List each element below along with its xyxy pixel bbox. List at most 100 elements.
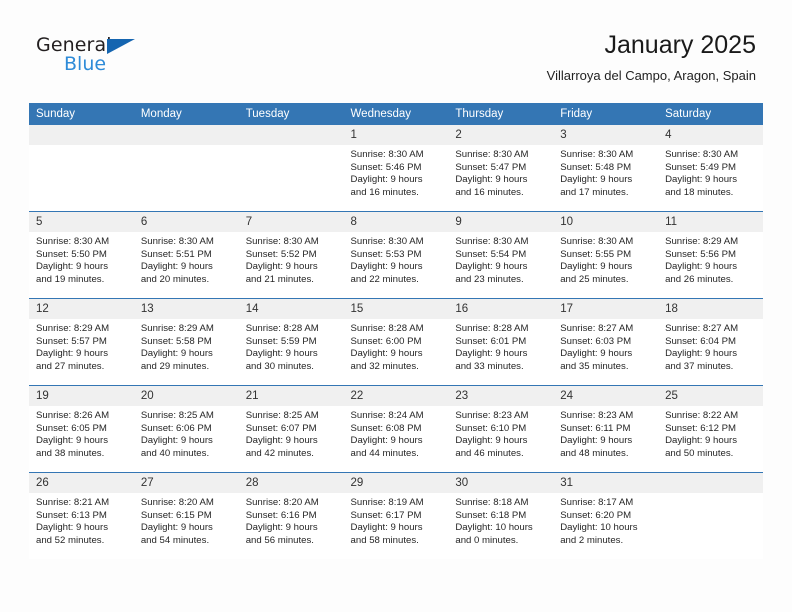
calendar-day-cell[interactable]: 15 Sunrise: 8:28 AM Sunset: 6:00 PM Dayligh… [343, 298, 449, 386]
calendar-day-cell[interactable]: 14 Sunrise: 8:28 AM Sunset: 5:59 PM Dayligh… [238, 298, 344, 386]
day-number: 18 [658, 299, 763, 319]
sunrise-text: Sunrise: 8:25 AM [245, 410, 319, 421]
calendar-day-cell[interactable]: 28 Sunrise: 8:20 AM Sunset: 6:16 PM Dayligh… [238, 472, 344, 559]
calendar-week-row: 19 Sunrise: 8:26 AM Sunset: 6:05 PM Dayligh… [29, 385, 763, 473]
sunrise-text: Sunrise: 8:19 AM [350, 497, 424, 508]
day-sun-info: Sunrise: 8:25 AM Sunset: 6:07 PM Daylight:… [239, 406, 344, 460]
daylight-text-line2: and 25 minutes. [560, 273, 629, 285]
day-number: 4 [658, 125, 763, 145]
calendar-day-cell[interactable]: 26 Sunrise: 8:21 AM Sunset: 6:13 PM Dayligh… [29, 472, 134, 559]
sunrise-text: Sunrise: 8:17 AM [560, 497, 634, 508]
day-number: 21 [238, 386, 344, 406]
calendar-day-cell[interactable]: 1 Sunrise: 8:30 AM Sunset: 5:46 PM Daylight… [343, 125, 449, 212]
sunrise-text: Sunrise: 8:20 AM [140, 497, 214, 508]
daylight-text-line2: and 26 minutes. [665, 273, 734, 285]
day-sun-info: Sunrise: 8:18 AM Sunset: 6:18 PM Daylight:… [448, 493, 553, 547]
sunrise-text: Sunrise: 8:30 AM [36, 236, 110, 247]
day-sun-info: Sunrise: 8:30 AM Sunset: 5:47 PM Daylight:… [448, 145, 553, 199]
page-subtitle: Villarroya del Campo, Aragon, Spain [546, 68, 756, 83]
calendar-day-cell[interactable]: 24 Sunrise: 8:23 AM Sunset: 6:11 PM Dayligh… [553, 385, 659, 473]
calendar-day-cell[interactable] [658, 472, 763, 559]
brand-logo[interactable]: General Blue [36, 34, 216, 84]
calendar-day-cell[interactable]: 19 Sunrise: 8:26 AM Sunset: 6:05 PM Dayligh… [29, 385, 134, 473]
daylight-text-line1: Daylight: 10 hours [455, 522, 533, 534]
daylight-text-line1: Daylight: 9 hours [36, 522, 108, 534]
daylight-text-line1: Daylight: 9 hours [665, 435, 738, 447]
calendar-day-cell[interactable]: 17 Sunrise: 8:27 AM Sunset: 6:03 PM Dayligh… [553, 298, 659, 386]
calendar-day-cell[interactable]: 18 Sunrise: 8:27 AM Sunset: 6:04 PM Dayligh… [658, 298, 763, 386]
sunrise-text: Sunrise: 8:27 AM [665, 323, 739, 334]
calendar-day-cell[interactable]: 8 Sunrise: 8:30 AM Sunset: 5:53 PM Daylight… [343, 211, 449, 299]
day-sun-info: Sunrise: 8:30 AM Sunset: 5:48 PM Daylight:… [553, 145, 658, 199]
sunrise-text: Sunrise: 8:30 AM [665, 149, 739, 160]
sunset-text: Sunset: 6:15 PM [140, 509, 212, 521]
daylight-text-line2: and 42 minutes. [245, 447, 314, 459]
daylight-text-line2: and 56 minutes. [245, 534, 314, 546]
calendar-day-cell[interactable]: 25 Sunrise: 8:22 AM Sunset: 6:12 PM Dayligh… [658, 385, 763, 473]
calendar-day-cell[interactable]: 22 Sunrise: 8:24 AM Sunset: 6:08 PM Dayligh… [343, 385, 449, 473]
sunrise-text: Sunrise: 8:22 AM [665, 410, 739, 421]
calendar-day-cell[interactable]: 5 Sunrise: 8:30 AM Sunset: 5:50 PM Daylight… [29, 211, 134, 299]
day-number: 14 [238, 299, 344, 319]
sunrise-text: Sunrise: 8:27 AM [560, 323, 634, 334]
daylight-text-line1: Daylight: 9 hours [350, 522, 423, 534]
daylight-text-line2: and 18 minutes. [665, 186, 734, 198]
sunset-text: Sunset: 5:47 PM [455, 161, 527, 173]
sunset-text: Sunset: 5:54 PM [455, 248, 527, 260]
calendar-day-cell[interactable]: 31 Sunrise: 8:17 AM Sunset: 6:20 PM Dayligh… [553, 472, 659, 559]
day-number [29, 125, 134, 145]
day-number: 19 [29, 386, 134, 406]
day-number: 26 [29, 473, 134, 493]
daylight-text-line2: and 23 minutes. [455, 273, 524, 285]
day-number: 12 [29, 299, 134, 319]
calendar-day-cell[interactable]: 2 Sunrise: 8:30 AM Sunset: 5:47 PM Daylight… [448, 125, 554, 212]
sunset-text: Sunset: 5:56 PM [665, 248, 736, 260]
weekday-header-cell: Wednesday [343, 103, 449, 125]
weekday-header: Sunday Monday Tuesday Wednesday Thursday Frid… [29, 103, 763, 125]
calendar-day-cell[interactable]: 9 Sunrise: 8:30 AM Sunset: 5:54 PM Daylight… [448, 211, 554, 299]
day-sun-info: Sunrise: 8:28 AM Sunset: 6:01 PM Daylight:… [448, 319, 553, 373]
daylight-text-line1: Daylight: 9 hours [350, 174, 423, 186]
calendar-day-cell[interactable] [133, 125, 239, 212]
day-sun-info: Sunrise: 8:20 AM Sunset: 6:15 PM Daylight:… [134, 493, 239, 547]
calendar-day-cell[interactable]: 21 Sunrise: 8:25 AM Sunset: 6:07 PM Dayligh… [238, 385, 344, 473]
day-number: 25 [658, 386, 763, 406]
sunrise-text: Sunrise: 8:25 AM [140, 410, 214, 421]
sunrise-text: Sunrise: 8:30 AM [245, 236, 319, 247]
calendar-day-cell[interactable]: 30 Sunrise: 8:18 AM Sunset: 6:18 PM Dayligh… [448, 472, 554, 559]
day-number: 15 [343, 299, 449, 319]
day-sun-info: Sunrise: 8:25 AM Sunset: 6:06 PM Daylight:… [134, 406, 239, 460]
daylight-text-line2: and 19 minutes. [36, 273, 105, 285]
day-number: 29 [343, 473, 449, 493]
calendar-day-cell[interactable]: 29 Sunrise: 8:19 AM Sunset: 6:17 PM Dayligh… [343, 472, 449, 559]
day-sun-info: Sunrise: 8:23 AM Sunset: 6:11 PM Daylight:… [553, 406, 658, 460]
calendar-day-cell[interactable]: 27 Sunrise: 8:20 AM Sunset: 6:15 PM Dayligh… [133, 472, 239, 559]
calendar-day-cell[interactable]: 11 Sunrise: 8:29 AM Sunset: 5:56 PM Dayligh… [658, 211, 763, 299]
calendar-day-cell[interactable]: 12 Sunrise: 8:29 AM Sunset: 5:57 PM Dayligh… [29, 298, 134, 386]
daylight-text-line2: and 52 minutes. [36, 534, 105, 546]
calendar-day-cell[interactable]: 20 Sunrise: 8:25 AM Sunset: 6:06 PM Dayligh… [133, 385, 239, 473]
calendar-day-cell[interactable]: 6 Sunrise: 8:30 AM Sunset: 5:51 PM Daylight… [133, 211, 239, 299]
calendar-day-cell[interactable]: 10 Sunrise: 8:30 AM Sunset: 5:55 PM Dayligh… [553, 211, 659, 299]
calendar-day-cell[interactable] [238, 125, 344, 212]
daylight-text-line2: and 20 minutes. [140, 273, 210, 285]
page-title: January 2025 [604, 31, 756, 59]
daylight-text-line2: and 17 minutes. [560, 186, 629, 198]
day-sun-info: Sunrise: 8:30 AM Sunset: 5:55 PM Daylight:… [553, 232, 658, 286]
weekday-header-cell: Sunday [29, 103, 134, 125]
calendar-day-cell[interactable]: 7 Sunrise: 8:30 AM Sunset: 5:52 PM Daylight… [238, 211, 344, 299]
day-number: 17 [553, 299, 659, 319]
daylight-text-line1: Daylight: 9 hours [245, 261, 318, 273]
calendar-day-cell[interactable]: 4 Sunrise: 8:30 AM Sunset: 5:49 PM Daylight… [658, 125, 763, 212]
calendar-day-cell[interactable] [29, 125, 134, 212]
calendar-day-cell[interactable]: 16 Sunrise: 8:28 AM Sunset: 6:01 PM Dayligh… [448, 298, 554, 386]
calendar-day-cell[interactable]: 3 Sunrise: 8:30 AM Sunset: 5:48 PM Daylight… [553, 125, 659, 212]
daylight-text-line2: and 21 minutes. [245, 273, 314, 285]
daylight-text-line1: Daylight: 9 hours [560, 435, 633, 447]
calendar-day-cell[interactable]: 13 Sunrise: 8:29 AM Sunset: 5:58 PM Dayligh… [133, 298, 239, 386]
day-sun-info: Sunrise: 8:30 AM Sunset: 5:52 PM Daylight:… [239, 232, 344, 286]
calendar-week-row: 5 Sunrise: 8:30 AM Sunset: 5:50 PM Daylight… [29, 211, 763, 299]
day-number [658, 473, 763, 493]
weekday-header-cell: Tuesday [238, 103, 344, 125]
calendar-day-cell[interactable]: 23 Sunrise: 8:23 AM Sunset: 6:10 PM Dayligh… [448, 385, 554, 473]
